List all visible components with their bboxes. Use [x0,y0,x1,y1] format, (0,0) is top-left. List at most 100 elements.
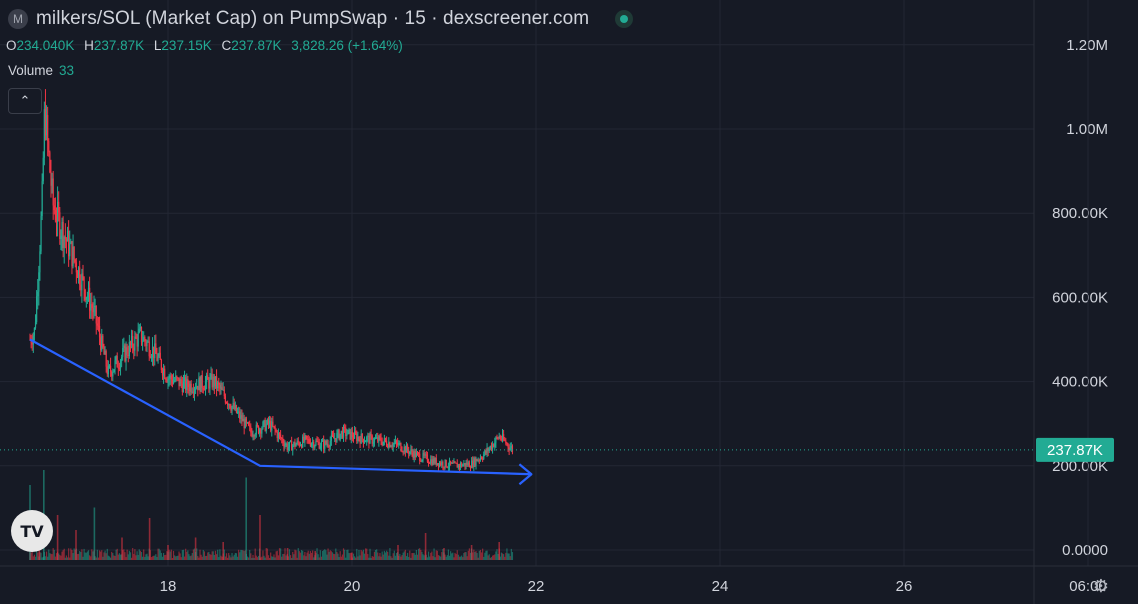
volume-bar [507,553,509,560]
candle-body [133,347,135,351]
volume-bar [432,556,434,560]
tradingview-logo[interactable]: TV [11,510,53,552]
candle-body [325,441,327,445]
volume-bar [135,555,137,560]
volume-bar [410,557,412,560]
candle-body [284,444,286,447]
candle-body [107,365,109,375]
candle-body [371,435,373,444]
candle-body [402,451,404,453]
candle-body [263,420,265,422]
candle-body [342,426,345,438]
candle-body [295,444,297,447]
candle-body [116,356,118,368]
volume-bar [107,555,109,560]
candle-body [278,432,281,435]
volume-bar [192,549,194,560]
candle-body [79,267,81,285]
candle-body [409,451,411,454]
volume-bar [388,555,390,560]
candle-body [438,462,441,467]
candle-body [433,458,435,464]
candle-body [308,439,310,443]
price-chart[interactable]: 1.20M1.00M800.00K600.00K400.00K200.00K0.… [0,0,1138,604]
volume-bar [125,557,127,560]
candle-body [299,445,302,447]
candle-body [156,353,158,361]
volume-bar [218,557,220,560]
volume-bar [61,551,63,560]
candle-body [162,368,165,376]
volume-bar [198,557,200,560]
volume-bar [382,554,384,560]
candle-body [296,440,298,445]
candle-body [201,375,203,388]
volume-bar [488,554,490,560]
ohlc-high-label: H [84,38,94,53]
candle-body [210,374,212,378]
volume-bar [390,556,392,560]
candle-body [331,435,334,437]
volume-bar [206,555,208,560]
volume-bar [347,549,349,560]
candle-body [466,462,468,466]
volume-bar [362,549,365,560]
volume-bar [313,557,315,560]
volume-bar [335,548,337,560]
candle-body [232,403,234,407]
volume-bar [68,548,70,560]
candle-body [483,454,485,459]
volume-bar [262,550,264,560]
candle-body [182,381,185,392]
volume-bar [353,556,356,560]
candle-body [333,435,335,439]
ohlc-high-value: 237.87K [93,38,145,53]
candle-body [192,391,194,393]
candle-body [275,430,277,432]
volume-bar [41,557,43,560]
volume-bar [89,555,91,560]
volume-bar [435,550,437,560]
candle-body [102,335,104,347]
volume-bar [324,549,326,560]
volume-bar [429,556,431,560]
candle-body [389,442,391,448]
ohlc-change: 3,828.26 (+1.64%) [291,38,403,53]
volume-bar [293,554,295,560]
volume-bar [159,550,161,560]
candle-body [224,396,227,403]
volume-bar [109,557,112,560]
candle-body [52,178,54,206]
volume-bar [346,549,348,560]
volume-bar [511,552,514,560]
candle-body [98,326,101,338]
candle-body [376,437,378,439]
candle-body [127,354,129,357]
volume-bar [431,551,433,560]
candle-body [145,341,147,347]
candle-body [413,451,415,459]
candle-body [66,230,69,242]
candle-body [180,379,182,384]
volume-bar [127,554,129,560]
collapse-legend-button[interactable]: ⌃ [8,88,42,114]
gear-icon[interactable]: ⚙ [1089,574,1113,598]
candle-body [71,241,73,267]
candle-body [365,441,367,443]
volume-bar [257,555,260,560]
volume-bar [281,556,283,560]
candle-body [41,181,43,216]
candle-body [334,438,336,440]
volume-bar [182,549,185,560]
candle-body [285,443,287,445]
candle-body [97,325,100,327]
candle-body [451,462,453,464]
volume-bar [450,551,452,560]
volume-bar [426,557,429,560]
candle-body [123,345,125,348]
volume-bar [199,549,201,560]
volume-bar [331,552,334,560]
volume-bar [319,550,321,560]
volume-bar [504,556,506,560]
candle-body [209,377,211,389]
